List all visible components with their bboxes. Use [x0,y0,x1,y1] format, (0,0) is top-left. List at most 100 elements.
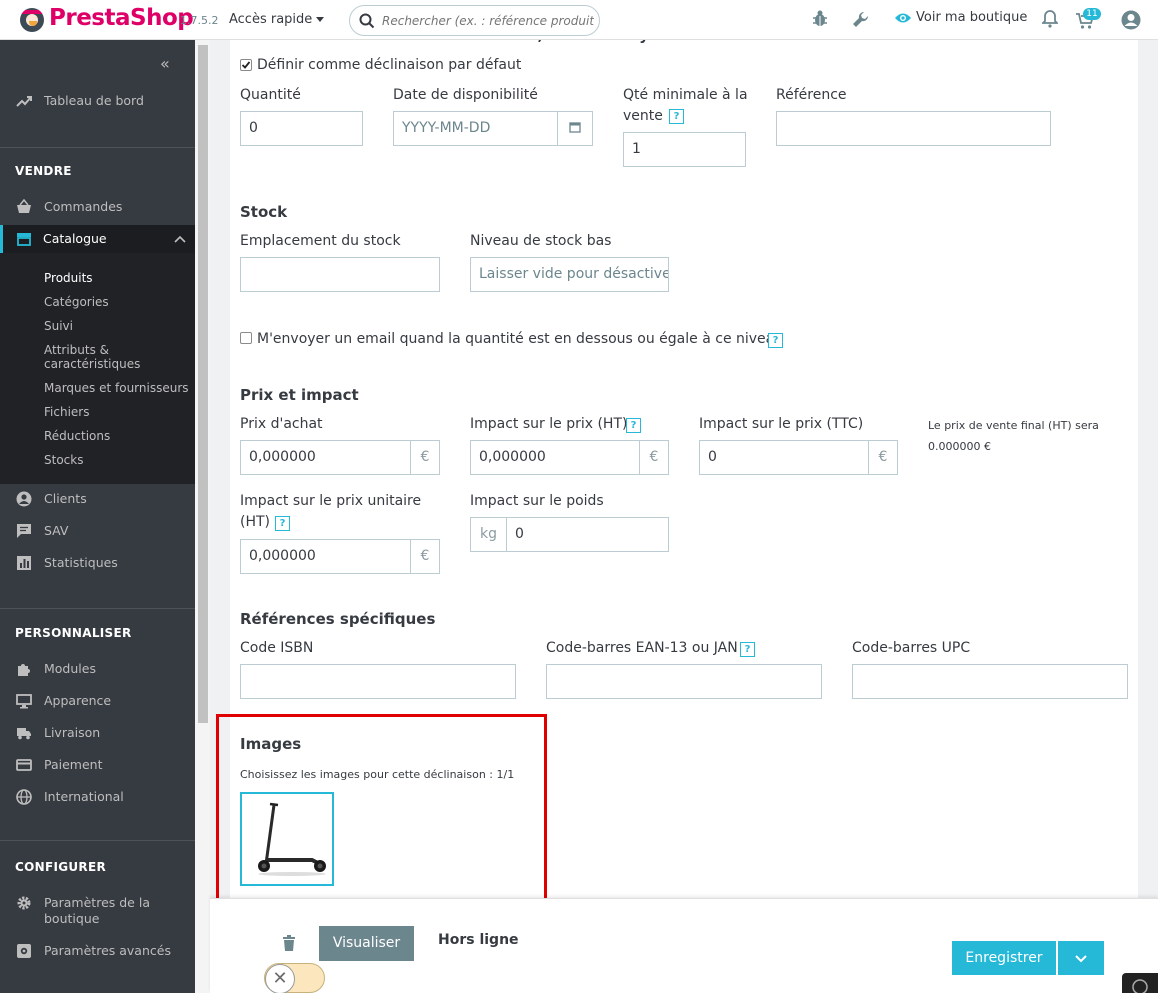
help-icon[interactable]: ? [669,109,684,124]
prestashop-logo-icon[interactable] [20,8,44,32]
specific-refs-title: Références spécifiques [240,610,436,628]
online-toggle[interactable]: ✕ [264,963,325,993]
credit-card-icon [16,759,32,771]
sidebar-label-line: boutique [44,911,100,926]
upc-input[interactable] [852,664,1128,699]
sidebar-label: SAV [44,523,69,538]
search-input[interactable] [382,12,594,30]
weight-impact-input[interactable]: 0 [506,517,669,552]
sidebar-item-shipping[interactable]: Livraison [0,719,195,747]
sidebar-label: Catalogue [43,231,107,246]
availability-date-label: Date de disponibilité [393,87,538,103]
submenu-item-tracking[interactable]: Suivi [44,319,73,333]
sidebar-item-international[interactable]: International [0,783,195,811]
final-price-value: 0.000000 € [928,440,991,453]
sidebar-item-catalog[interactable]: Catalogue [0,225,195,253]
offline-status-label: Hors ligne [438,932,519,948]
catalog-submenu: Produits Catégories Suivi Attributs & car… [0,253,195,484]
impact-ttc-input[interactable]: 0 [699,440,870,475]
ean-input[interactable] [546,664,822,699]
quantity-label: Quantité [240,87,301,103]
calendar-icon [569,122,581,133]
submenu-item-discounts[interactable]: Réductions [44,429,110,443]
stock-location-input[interactable] [240,257,440,292]
page-scrollbar-thumb[interactable] [198,45,208,723]
calendar-button[interactable] [557,111,593,146]
isbn-input[interactable] [240,664,516,699]
sidebar-label: International [44,789,124,804]
user-account-icon[interactable] [1121,10,1141,30]
caret-down-icon [316,17,325,22]
sidebar-item-customers[interactable]: Clients [0,485,195,513]
help-icon[interactable]: ? [768,333,783,348]
help-icon[interactable]: ? [740,642,755,657]
cost-price-input[interactable]: 0,000000 [240,440,412,475]
sidebar-nav: « Tableau de bord VENDRE Commandes Catal… [0,40,195,993]
images-highlight-box [216,714,547,906]
sidebar-label: Statistiques [44,555,118,570]
sidebar-label: Clients [44,491,87,506]
debug-bug-icon[interactable] [812,10,828,28]
monitor-icon [16,694,32,709]
chevron-down-icon [1075,955,1087,963]
section-title-configure: CONFIGURER [15,860,106,874]
sidebar-label: Paramètres avancés [44,943,171,958]
help-icon[interactable]: ? [275,516,290,531]
preview-button[interactable]: Visualiser [319,926,414,961]
bell-icon[interactable] [1042,10,1058,28]
currency-addon: € [410,539,440,574]
min-qty-input[interactable]: 1 [623,132,746,167]
weight-impact-label: Impact sur le poids [470,493,604,509]
save-button[interactable]: Enregistrer [952,941,1056,975]
email-alert-checkbox[interactable] [240,332,252,344]
sidebar-label: Modules [44,661,96,676]
availability-date-input[interactable]: YYYY-MM-DD [393,111,559,146]
puzzle-icon [18,664,30,676]
view-shop-link[interactable]: Voir ma boutique [894,10,1027,25]
sidebar-item-sav[interactable]: SAV [0,517,195,545]
sidebar-item-orders[interactable]: Commandes [0,193,195,221]
globe-icon [16,789,32,805]
impact-ht-label: Impact sur le prix (HT) [470,416,628,432]
impact-ht-input[interactable]: 0,000000 [470,440,641,475]
default-combination-checkbox[interactable] [240,59,252,71]
isbn-label: Code ISBN [240,640,314,656]
wrench-icon[interactable] [851,10,871,30]
sidebar-item-advanced-params[interactable]: Paramètres avancés [0,937,195,965]
submenu-item-attributes[interactable]: Attributs & caractéristiques [44,343,140,371]
final-price-note: Le prix de vente final (HT) sera [928,419,1099,432]
sidebar-item-payment[interactable]: Paiement [0,751,195,779]
sidebar-item-stats[interactable]: Statistiques [0,549,195,577]
gear-icon [17,896,31,910]
brand-name[interactable]: PrestaShop [49,5,194,31]
low-stock-input[interactable]: Laisser vide pour désactiver [470,257,669,292]
sidebar-item-modules[interactable]: Modules [0,655,195,683]
trash-icon[interactable] [282,935,296,952]
unit-impact-input[interactable]: 0,000000 [240,539,412,574]
search-box[interactable] [349,5,600,36]
close-icon: ✕ [265,964,295,993]
low-stock-label: Niveau de stock bas [470,233,612,249]
sidebar-item-appearance[interactable]: Apparence [0,687,195,715]
quantity-input[interactable]: 0 [240,111,363,146]
submenu-label: caractéristiques [44,357,141,371]
reference-input[interactable] [776,111,1051,146]
help-icon[interactable]: ? [626,418,641,433]
submenu-item-files[interactable]: Fichiers [44,405,89,419]
symfony-debug-toolbar-icon[interactable] [1122,973,1158,993]
submenu-item-brands[interactable]: Marques et fournisseurs [44,381,189,395]
view-shop-label: Voir ma boutique [916,10,1028,25]
eye-icon [895,13,911,23]
submenu-item-stocks[interactable]: Stocks [44,453,83,467]
submenu-item-products[interactable]: Produits [44,271,93,285]
save-options-dropdown[interactable] [1058,941,1104,975]
email-alert-label: M'envoyer un email quand la quantité est… [257,331,784,347]
quick-access-menu[interactable]: Accès rapide [229,12,325,27]
submenu-item-categories[interactable]: Catégories [44,295,109,309]
currency-addon: € [410,440,440,475]
upc-label: Code-barres UPC [852,640,971,656]
collapse-sidebar-icon[interactable]: « [160,54,170,73]
sidebar-item-dashboard[interactable]: Tableau de bord [0,87,195,115]
reference-label: Référence [776,87,847,103]
sidebar-item-shop-params[interactable]: Paramètres de la boutique [0,889,195,929]
